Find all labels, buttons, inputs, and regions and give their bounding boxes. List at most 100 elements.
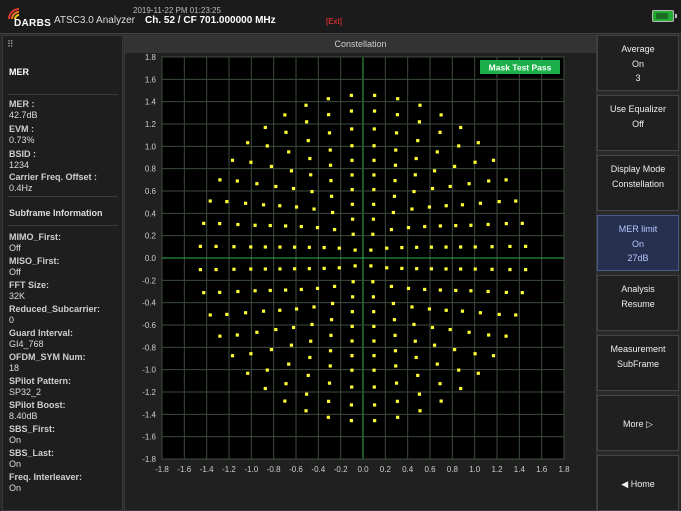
button-value: SubFrame (616, 359, 660, 369)
metric-item: EVM :0.73% (9, 124, 35, 146)
button-label: Analysis (621, 284, 655, 294)
constellation-point (393, 179, 397, 183)
constellation-point (454, 223, 458, 228)
x-tick-label: -1.4 (200, 465, 214, 474)
constellation-point (329, 194, 334, 198)
subframe-label: Guard Interval: (9, 328, 74, 338)
x-tick-label: 0.0 (357, 465, 369, 474)
constellation-point (235, 333, 239, 337)
y-tick-label: 1.4 (145, 98, 157, 107)
metric-label: EVM : (9, 124, 35, 134)
constellation-point (225, 312, 229, 317)
constellation-point (473, 160, 477, 164)
y-tick-label: 1.0 (145, 142, 157, 151)
subframe-value: 8.40dB (9, 411, 38, 421)
constellation-point (293, 267, 297, 271)
subframe-label: FFT Size: (9, 280, 49, 290)
constellation-point (432, 343, 437, 347)
constellation-point (490, 245, 494, 249)
x-tick-label: 1.8 (558, 465, 570, 474)
measurement-button[interactable]: Measurement SubFrame (597, 335, 679, 391)
constellation-point (249, 352, 253, 356)
constellation-point (372, 385, 376, 389)
constellation-point (315, 286, 320, 290)
constellation-point (289, 169, 294, 173)
average-button[interactable]: Average On 3 (597, 35, 679, 91)
constellation-title: Constellation (125, 36, 596, 53)
constellation-point (329, 179, 333, 183)
constellation-point (372, 202, 376, 206)
constellation-point (491, 354, 496, 358)
x-tick-label: -1.2 (222, 465, 236, 474)
constellation-point (307, 267, 311, 271)
y-tick-label: -0.6 (142, 321, 156, 330)
constellation-point (372, 127, 376, 131)
constellation-point (230, 354, 235, 358)
subframe-value: On (9, 483, 22, 493)
constellation-point (353, 248, 357, 252)
subframe-value: 18 (9, 363, 20, 373)
constellation-point (514, 313, 518, 317)
display-mode-button[interactable]: Display Mode Constellation (597, 155, 679, 211)
constellation-point (413, 173, 417, 177)
constellation-point (304, 103, 308, 107)
x-tick-label: -1.0 (244, 465, 258, 474)
constellation-point (350, 127, 354, 131)
constellation-point (413, 339, 417, 343)
constellation-point (452, 347, 457, 352)
constellation-point (255, 330, 259, 334)
constellation-point (246, 371, 250, 375)
button-value: Resume (621, 299, 655, 309)
constellation-point (263, 125, 267, 130)
constellation-point (308, 355, 312, 360)
constellation-point (326, 113, 331, 117)
constellation-point (473, 245, 477, 249)
constellation-point (444, 245, 448, 249)
constellation-point (315, 226, 320, 230)
constellation-point (508, 244, 512, 249)
subframe-value: Off (9, 243, 21, 253)
constellation-point (406, 286, 411, 290)
constellation-point (497, 312, 501, 317)
subframe-item: SBS_Last: On (9, 448, 54, 470)
divider (8, 94, 118, 95)
constellation-point (350, 188, 354, 192)
button-label: Use Equalizer (609, 104, 667, 114)
constellation-point (350, 202, 354, 206)
channel-info: Ch. 52 / CF 701.000000 MHz (145, 15, 276, 26)
constellation-point (389, 227, 394, 232)
constellation-point (202, 291, 206, 295)
datetime: 2019-11-22 PM 01:23:25 (133, 6, 221, 15)
constellation-point (308, 156, 312, 161)
more-button[interactable]: More ▷ (597, 395, 679, 451)
home-button[interactable]: ◀ Home (597, 455, 679, 511)
constellation-point (230, 158, 235, 162)
constellation-point (287, 362, 291, 366)
metric-label: MER : (9, 99, 35, 109)
constellation-point (328, 148, 332, 152)
constellation-point (410, 207, 414, 211)
constellation-point (244, 201, 248, 205)
constellation-point (263, 386, 267, 391)
constellation-point (444, 204, 448, 208)
constellation-point (202, 221, 206, 225)
subframe-label: Reduced_Subcarrier: (9, 304, 101, 314)
constellation-point (504, 334, 508, 338)
constellation-point (350, 368, 354, 372)
mer-limit-button[interactable]: MER limit On 27dB (597, 215, 679, 271)
constellation-point (289, 343, 294, 347)
constellation-point (331, 301, 335, 306)
use-equalizer-button[interactable]: Use Equalizer Off (597, 95, 679, 151)
constellation-point (469, 223, 473, 227)
constellation-point (198, 244, 202, 248)
constellation-point (307, 245, 311, 249)
mask-test-status: Mask Test Pass (489, 63, 552, 73)
analysis-button[interactable]: Analysis Resume (597, 275, 679, 331)
constellation-point (439, 399, 443, 403)
constellation-point (299, 224, 303, 229)
constellation-point (218, 221, 222, 226)
drag-handle-icon[interactable]: ⠿ (7, 39, 14, 50)
section-title: Subframe Information (9, 208, 103, 218)
constellation-point (393, 163, 398, 167)
constellation-point (350, 385, 354, 389)
